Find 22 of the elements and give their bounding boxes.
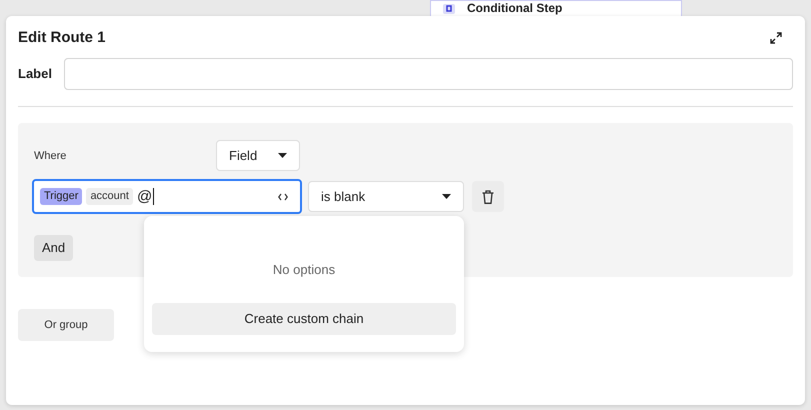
where-label: Where [34, 149, 66, 164]
operator-select[interactable]: is blank [308, 181, 464, 212]
create-chain-button[interactable]: Create custom chain [152, 302, 456, 334]
empty-message: No options [272, 261, 336, 279]
node-icon [443, 4, 455, 14]
caret-icon [278, 153, 287, 158]
and-button[interactable]: And [34, 235, 74, 261]
expand-icon[interactable] [769, 31, 783, 45]
node-title: Conditional Step [467, 2, 562, 15]
typed-text: @ [136, 188, 154, 205]
field-label: Label [18, 65, 52, 84]
caret-icon [442, 194, 451, 199]
trash-icon [482, 190, 494, 204]
source-tag: Trigger [40, 188, 82, 205]
path-tag: account [86, 188, 133, 205]
dialog-title: Edit Route 1 [18, 28, 106, 48]
expression-input[interactable]: Trigger account @ [32, 179, 302, 214]
delete-button[interactable] [472, 181, 504, 212]
source-select[interactable]: Field [216, 140, 300, 171]
label-input[interactable] [64, 58, 793, 90]
or-group-button[interactable]: Or group [18, 309, 114, 341]
code-icon[interactable] [278, 192, 288, 200]
